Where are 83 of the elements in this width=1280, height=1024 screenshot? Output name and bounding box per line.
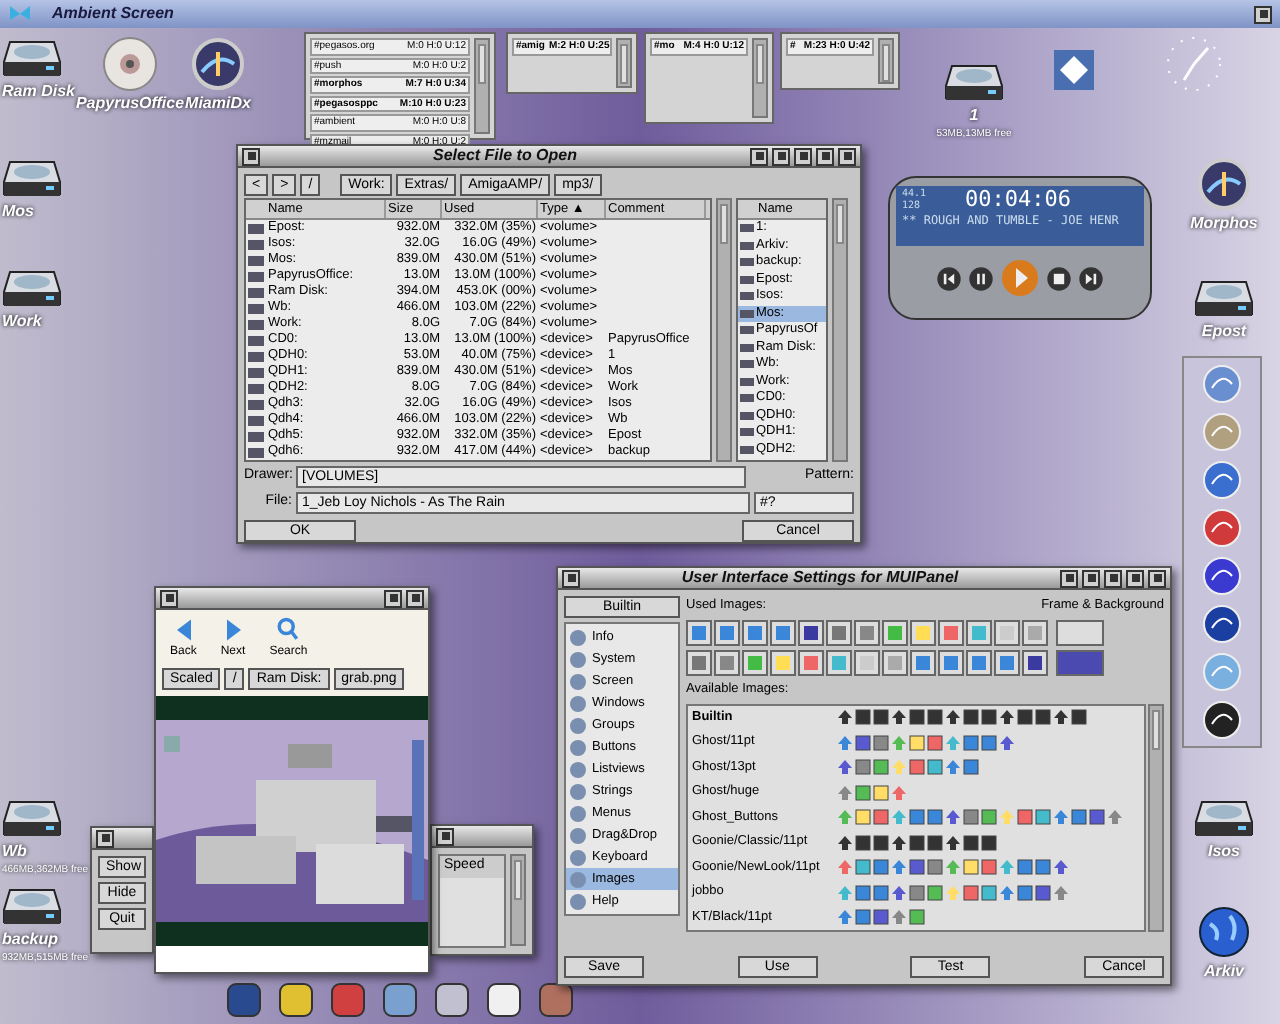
taskbar-app-icon[interactable] bbox=[224, 980, 264, 1020]
close-icon[interactable] bbox=[436, 827, 454, 845]
clock-icon bbox=[1164, 34, 1224, 94]
image-button[interactable] bbox=[826, 619, 852, 646]
image-button[interactable] bbox=[882, 649, 908, 676]
taskbar-app-icon[interactable] bbox=[380, 980, 420, 1020]
close-icon[interactable] bbox=[242, 147, 260, 165]
scrollbar[interactable] bbox=[1148, 703, 1164, 931]
image-button[interactable] bbox=[798, 649, 824, 676]
image-button[interactable] bbox=[686, 649, 712, 676]
scrollbar[interactable] bbox=[510, 854, 526, 946]
image-button[interactable] bbox=[714, 619, 740, 646]
close-icon[interactable] bbox=[96, 829, 114, 847]
app-icon bbox=[190, 36, 246, 92]
image-button[interactable] bbox=[1022, 649, 1048, 676]
next-icon[interactable] bbox=[1078, 265, 1104, 291]
scrollbar[interactable] bbox=[878, 38, 894, 84]
taskbar-app-icon[interactable] bbox=[276, 980, 316, 1020]
taskbar-app-icon[interactable] bbox=[536, 980, 576, 1020]
hard-drive-icon bbox=[2, 36, 62, 80]
dock-app-icon[interactable] bbox=[1202, 700, 1242, 740]
image-button[interactable] bbox=[966, 649, 992, 676]
frame-button[interactable] bbox=[1056, 619, 1104, 646]
title-bar[interactable]: User Interface Settings for MUIPanel bbox=[558, 568, 1170, 590]
taskbar-app-icon[interactable] bbox=[484, 980, 524, 1020]
screen-depth-icon[interactable] bbox=[1254, 5, 1272, 23]
hard-drive-icon bbox=[2, 156, 62, 200]
image-button[interactable] bbox=[966, 619, 992, 646]
title-bar[interactable] bbox=[156, 588, 428, 610]
image-button[interactable] bbox=[882, 619, 908, 646]
taskbar-app-icon[interactable] bbox=[432, 980, 472, 1020]
scrollbar[interactable] bbox=[752, 38, 768, 118]
image-button[interactable] bbox=[994, 619, 1020, 646]
scrollbar[interactable] bbox=[716, 198, 732, 462]
play-time: 00:04:06 bbox=[965, 186, 1072, 214]
frame-button[interactable] bbox=[1056, 649, 1104, 676]
pause-icon[interactable] bbox=[968, 265, 994, 291]
scrollbar[interactable] bbox=[474, 38, 490, 134]
scrollbar[interactable] bbox=[832, 198, 848, 462]
image-strip-drawing bbox=[836, 783, 908, 802]
image-button[interactable] bbox=[910, 649, 936, 676]
previous-icon[interactable] bbox=[936, 265, 962, 291]
hard-drive-icon bbox=[1194, 276, 1254, 320]
scrollbar[interactable] bbox=[616, 38, 632, 88]
globe-icon bbox=[1196, 904, 1252, 960]
image-button[interactable] bbox=[854, 649, 880, 676]
image-button[interactable] bbox=[686, 619, 712, 646]
title-bar[interactable]: Select File to Open bbox=[238, 146, 860, 168]
search-icon bbox=[276, 616, 301, 644]
hard-drive-icon bbox=[2, 884, 62, 928]
image-strip-drawing bbox=[836, 758, 980, 777]
close-icon[interactable] bbox=[160, 589, 178, 607]
dock-app-icon[interactable] bbox=[1202, 556, 1242, 596]
image-button[interactable] bbox=[742, 649, 768, 676]
window-title: User Interface Settings for MUIPanel bbox=[681, 566, 959, 590]
title-bar[interactable] bbox=[432, 826, 532, 848]
image-button[interactable] bbox=[994, 649, 1020, 676]
hard-drive-icon bbox=[944, 60, 1004, 104]
image-button[interactable] bbox=[714, 649, 740, 676]
stop-icon[interactable] bbox=[1046, 265, 1072, 291]
window-title: Select File to Open bbox=[432, 144, 577, 168]
drawer-icon[interactable] bbox=[1054, 50, 1094, 90]
hard-drive-icon bbox=[2, 796, 62, 840]
image-button[interactable] bbox=[770, 649, 796, 676]
image-button[interactable] bbox=[770, 619, 796, 646]
app-icon bbox=[1196, 156, 1252, 212]
screen-title: Ambient Screen bbox=[52, 2, 174, 26]
image-button[interactable] bbox=[910, 619, 936, 646]
image-button[interactable] bbox=[938, 619, 964, 646]
image-strip-drawing bbox=[836, 908, 926, 927]
image-button[interactable] bbox=[798, 619, 824, 646]
image-button[interactable] bbox=[938, 649, 964, 676]
forward-arrow-icon bbox=[221, 616, 246, 644]
hard-drive-icon bbox=[2, 266, 62, 310]
image-button[interactable] bbox=[854, 619, 880, 646]
image-button[interactable] bbox=[1022, 619, 1048, 646]
close-icon[interactable] bbox=[562, 569, 580, 587]
image-button[interactable] bbox=[742, 619, 768, 646]
title-bar[interactable] bbox=[92, 828, 152, 850]
disc-icon bbox=[102, 36, 158, 92]
dock-app-icon[interactable] bbox=[1202, 604, 1242, 644]
hard-drive-icon bbox=[1194, 796, 1254, 840]
image-button[interactable] bbox=[826, 649, 852, 676]
